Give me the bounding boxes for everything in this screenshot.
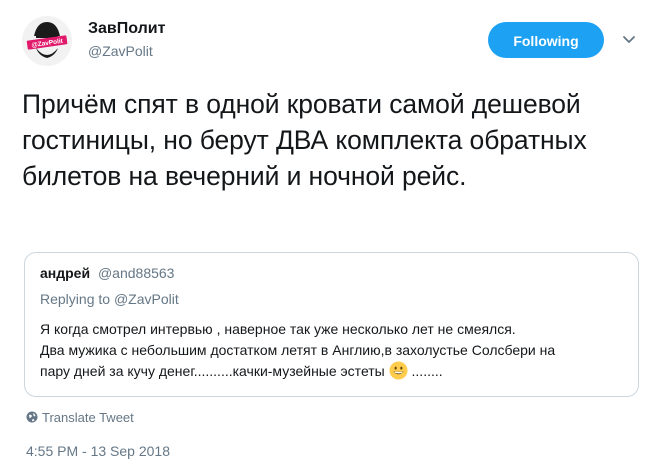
quote-text-line: Я когда смотрел интервью , наверное так …: [40, 321, 516, 337]
tweet-text: Причём спят в одной кровати самой дешево…: [22, 89, 587, 191]
translate-tweet-label: Translate Tweet: [42, 410, 134, 425]
avatar[interactable]: @ZavPolit: [22, 16, 72, 66]
quote-author: андрей @and88563: [40, 265, 174, 281]
author-handle[interactable]: @ZavPolit: [88, 43, 153, 59]
quote-author-name: андрей: [40, 265, 91, 281]
globe-icon: [26, 411, 38, 423]
following-button[interactable]: Following: [488, 22, 604, 58]
avatar-logo-icon: @ZavPolit: [22, 16, 72, 66]
quote-text-segment: пару дней за кучу денег..........качки-м…: [40, 363, 385, 379]
quote-author-handle: @and88563: [97, 265, 175, 281]
quote-text: Я когда смотрел интервью , наверное так …: [40, 319, 630, 382]
quote-text-segment: ........: [411, 363, 443, 379]
quote-text-line: Два мужика с небольшим достатком летят в…: [40, 342, 556, 358]
author-display-name[interactable]: ЗавПолит: [88, 20, 165, 38]
quote-text-line: пару дней за кучу денег..........качки-м…: [40, 361, 630, 382]
chevron-down-icon[interactable]: [622, 35, 636, 45]
replying-to-prefix: Replying to: [40, 291, 111, 307]
quoted-tweet[interactable]: андрей @and88563 Replying to @ZavPolit Я…: [24, 252, 639, 397]
tweet-timestamp[interactable]: 4:55 PM - 13 Sep 2018: [26, 443, 170, 459]
translate-tweet-link[interactable]: Translate Tweet: [26, 410, 134, 425]
replying-to-mention[interactable]: @ZavPolit: [114, 291, 179, 307]
quote-replying-to: Replying to @ZavPolit: [40, 291, 179, 307]
grinning-face-icon: [389, 361, 408, 380]
